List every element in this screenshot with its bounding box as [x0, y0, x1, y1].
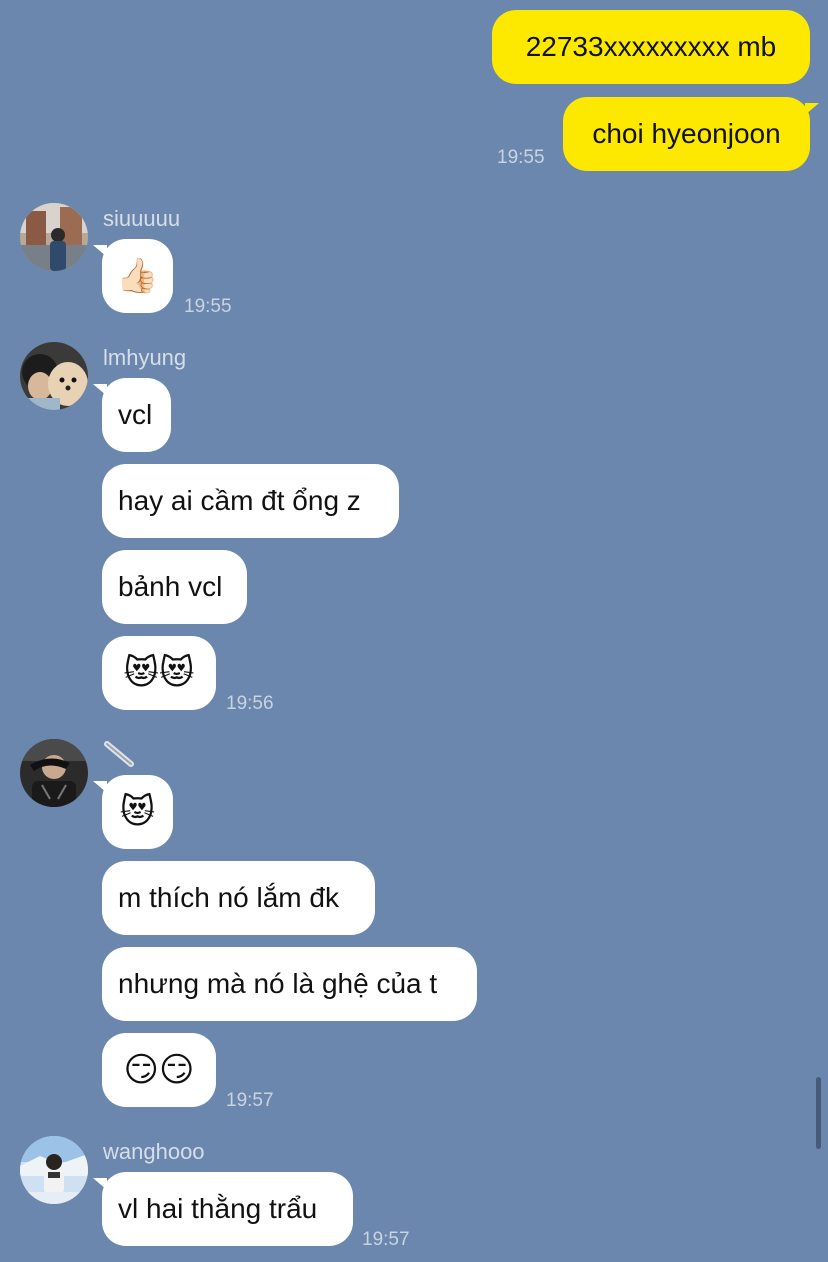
message-timestamp: 19:56	[226, 693, 274, 714]
message-text: choi hyeonjoon	[592, 118, 781, 149]
incoming-message-bubble[interactable]: hay ai cầm đt ổng z	[102, 464, 399, 538]
profile-photo-dark-icon[interactable]	[20, 739, 88, 807]
scrollbar[interactable]	[816, 1077, 821, 1149]
slash-name-icon	[104, 741, 134, 767]
outgoing-message-bubble[interactable]: 22733xxxxxxxxx mb	[492, 10, 810, 84]
incoming-message-bubble[interactable]: 😏😏	[102, 1033, 216, 1107]
message-text: vcl	[118, 399, 153, 430]
incoming-message-bubble[interactable]: vl hai thằng trẩu	[93, 1172, 353, 1246]
message-text: bảnh vcl	[118, 571, 223, 602]
incoming-message-bubble[interactable]: bảnh vcl	[102, 550, 247, 624]
message-text: vl hai thằng trẩu	[118, 1193, 318, 1224]
sender-name: wanghooo	[103, 1139, 205, 1164]
incoming-message-bubble[interactable]: 👍🏻	[93, 239, 173, 313]
outgoing-message-bubble[interactable]: choi hyeonjoon	[563, 97, 819, 171]
incoming-message-bubble[interactable]: vcl	[93, 378, 171, 452]
message-text: m thích nó lắm đk	[118, 882, 339, 913]
profile-photo-dog-icon[interactable]	[20, 342, 88, 410]
message-timestamp: 19:57	[226, 1090, 274, 1111]
profile-photo-street-icon[interactable]	[20, 203, 88, 271]
incoming-message-bubble[interactable]: 😻😻	[102, 636, 216, 710]
thumbs-up-emoji: 👍🏻	[116, 257, 159, 295]
message-timestamp: 19:57	[362, 1229, 410, 1250]
heart-eyes-cat-emoji: 😻😻	[123, 654, 195, 692]
message-text: hay ai cầm đt ổng z	[118, 485, 361, 516]
message-text: 22733xxxxxxxxx mb	[525, 31, 777, 62]
message-text: nhưng mà nó là ghệ của t	[118, 968, 438, 999]
incoming-message-bubble[interactable]: 😻	[93, 775, 173, 849]
incoming-message-bubble[interactable]: nhưng mà nó là ghệ của t	[102, 947, 477, 1021]
sender-name: siuuuuu	[103, 206, 181, 231]
smirk-emoji: 😏😏	[123, 1051, 195, 1089]
incoming-message-bubble[interactable]: m thích nó lắm đk	[102, 861, 375, 935]
sender-name: lmhyung	[103, 345, 187, 370]
message-timestamp: 19:55	[497, 147, 545, 168]
message-timestamp: 19:55	[184, 296, 232, 317]
profile-photo-snow-icon[interactable]	[20, 1136, 88, 1204]
heart-eyes-cat-emoji: 😻	[119, 793, 156, 831]
